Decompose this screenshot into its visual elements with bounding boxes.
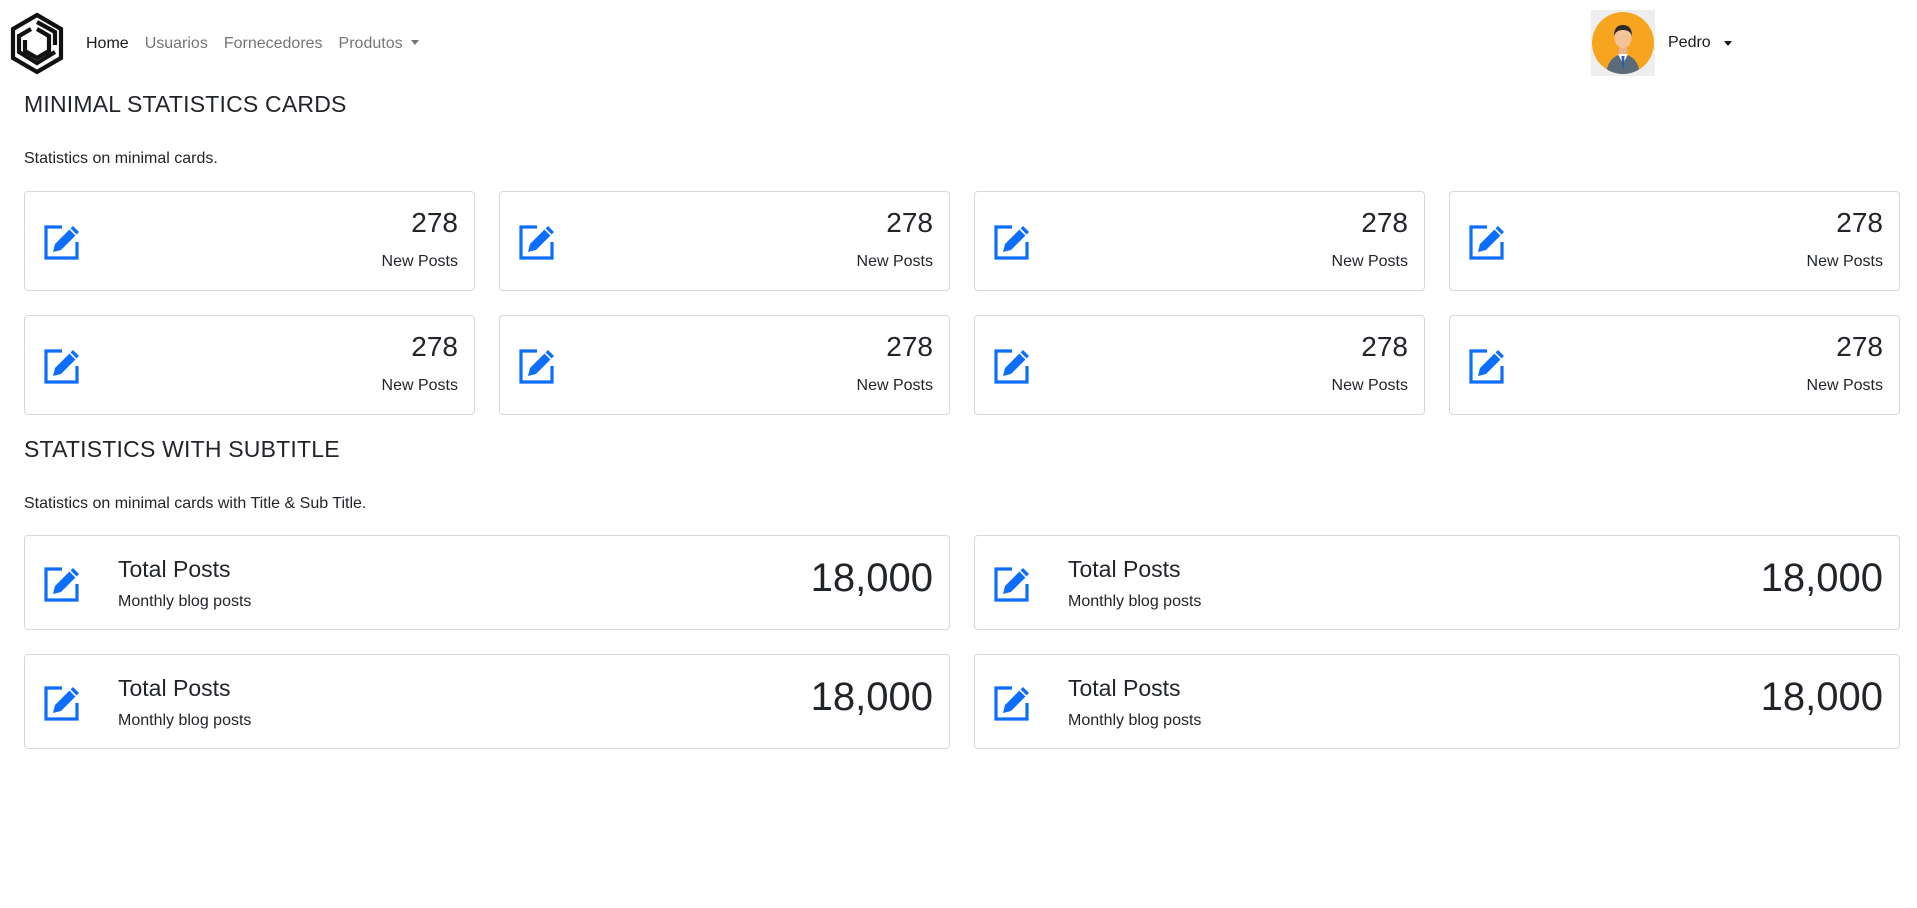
stat-value: 18,000 xyxy=(1760,675,1883,719)
stat-subtitle: Monthly blog posts xyxy=(1068,712,1202,729)
stat-title: Total Posts xyxy=(1068,675,1181,701)
stat-value: 278 xyxy=(1836,331,1883,362)
stat-subtitle: Monthly blog posts xyxy=(1068,593,1202,610)
stat-title: Total Posts xyxy=(1068,556,1181,582)
stat-card-minimal: 278 New Posts xyxy=(974,191,1425,291)
stat-label: New Posts xyxy=(381,377,458,394)
avatar xyxy=(1591,10,1655,76)
user-name: Pedro xyxy=(1668,34,1711,51)
stat-value: 278 xyxy=(1836,207,1883,238)
edit-icon xyxy=(517,346,557,386)
stat-label: New Posts xyxy=(1806,377,1883,394)
user-avatar-icon xyxy=(1606,25,1640,74)
section-subtitle-subtitle: Statistics on minimal cards with Title &… xyxy=(24,495,367,512)
stat-card-subtitle: Total Posts Monthly blog posts 18,000 xyxy=(974,654,1900,749)
edit-icon xyxy=(992,564,1032,604)
stat-card-subtitle: Total Posts Monthly blog posts 18,000 xyxy=(974,535,1900,630)
edit-icon xyxy=(992,346,1032,386)
edit-icon xyxy=(1467,346,1507,386)
stat-value: 278 xyxy=(411,331,458,362)
stat-value: 278 xyxy=(886,207,933,238)
stat-card-minimal: 278 New Posts xyxy=(24,315,475,415)
stat-card-minimal: 278 New Posts xyxy=(499,315,950,415)
stat-value: 278 xyxy=(1361,207,1408,238)
nav-link-home[interactable]: Home xyxy=(86,35,129,53)
stat-value: 278 xyxy=(886,331,933,362)
edit-icon xyxy=(517,222,557,262)
stat-label: New Posts xyxy=(1331,377,1408,394)
stat-card-minimal: 278 New Posts xyxy=(24,191,475,291)
stat-subtitle: Monthly blog posts xyxy=(118,593,252,610)
section-title-subtitle: STATISTICS WITH SUBTITLE xyxy=(24,436,340,462)
section-title-minimal: MINIMAL STATISTICS CARDS xyxy=(24,91,347,117)
stat-title: Total Posts xyxy=(118,675,231,701)
stat-title: Total Posts xyxy=(118,556,231,582)
stat-card-minimal: 278 New Posts xyxy=(1449,191,1900,291)
caret-down-icon xyxy=(1723,40,1732,46)
stat-value: 278 xyxy=(1361,331,1408,362)
edit-icon xyxy=(42,222,82,262)
stat-value: 18,000 xyxy=(810,675,933,719)
stat-value: 18,000 xyxy=(810,556,933,600)
nav-link-produtos-label: Produtos xyxy=(338,34,403,52)
stat-card-minimal: 278 New Posts xyxy=(499,191,950,291)
stat-label: New Posts xyxy=(856,253,933,270)
edit-icon xyxy=(42,683,82,723)
stat-label: New Posts xyxy=(1806,253,1883,270)
edit-icon xyxy=(992,683,1032,723)
nav-link-usuarios[interactable]: Usuarios xyxy=(145,35,208,53)
brand-logo[interactable] xyxy=(10,12,64,75)
edit-icon xyxy=(1467,222,1507,262)
caret-down-icon xyxy=(410,39,419,45)
nav-link-fornecedores[interactable]: Fornecedores xyxy=(224,35,323,53)
stat-label: New Posts xyxy=(856,377,933,394)
edit-icon xyxy=(992,222,1032,262)
edit-icon xyxy=(42,346,82,386)
stat-label: New Posts xyxy=(381,253,458,270)
navbar: Home Usuarios Fornecedores Produtos Pedr… xyxy=(0,0,1917,87)
stat-card-subtitle: Total Posts Monthly blog posts 18,000 xyxy=(24,654,950,749)
stat-card-minimal: 278 New Posts xyxy=(1449,315,1900,415)
stat-value: 278 xyxy=(411,207,458,238)
edit-icon xyxy=(42,564,82,604)
nav-link-produtos-dropdown[interactable]: Produtos xyxy=(339,35,419,53)
nav-links: Home Usuarios Fornecedores Produtos xyxy=(86,0,419,87)
stat-label: New Posts xyxy=(1331,253,1408,270)
stat-value: 18,000 xyxy=(1760,556,1883,600)
stat-subtitle: Monthly blog posts xyxy=(118,712,252,729)
stat-card-subtitle: Total Posts Monthly blog posts 18,000 xyxy=(24,535,950,630)
user-menu[interactable]: Pedro xyxy=(1591,10,1732,76)
section-subtitle-minimal: Statistics on minimal cards. xyxy=(24,150,218,167)
stat-card-minimal: 278 New Posts xyxy=(974,315,1425,415)
